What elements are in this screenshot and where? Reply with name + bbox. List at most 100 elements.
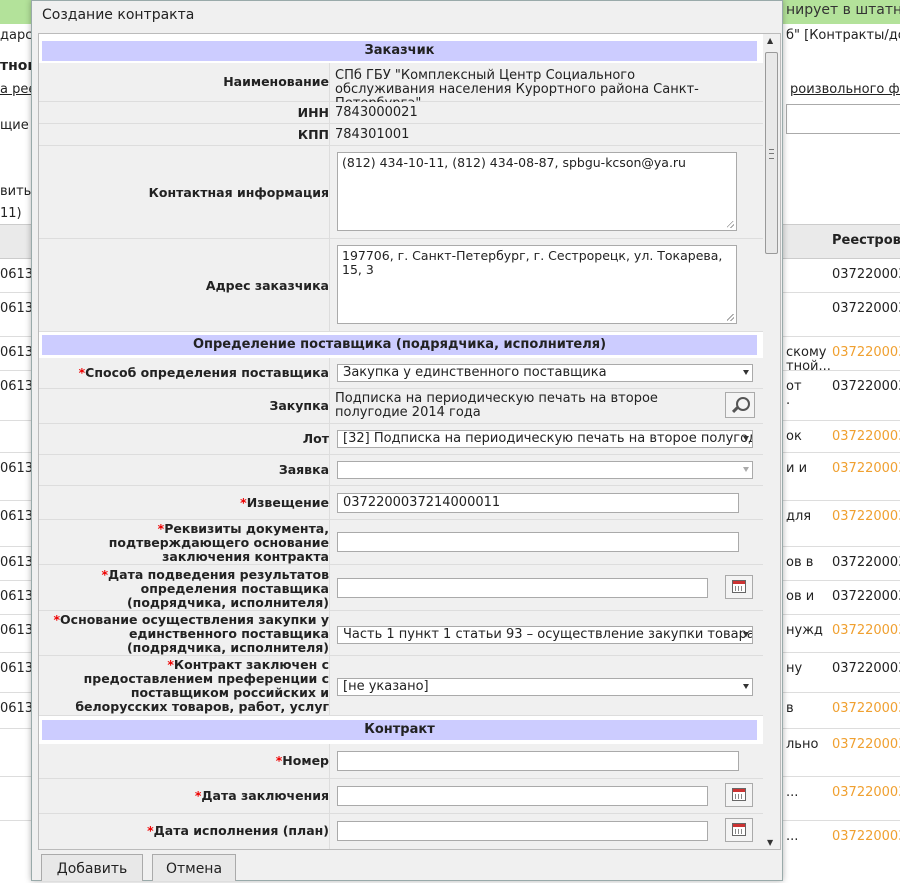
- row-conclusion-date: *Дата заключения: [39, 779, 764, 814]
- contact-textarea[interactable]: (812) 434-10-11, (812) 434-08-87, spbgu-…: [337, 152, 737, 231]
- background-row-text: от .: [786, 379, 802, 408]
- background-row-registry: 037220003: [832, 429, 900, 444]
- background-row-registry: 037220003: [832, 345, 900, 360]
- method-select-value: Закупка у единственного поставщика: [343, 365, 607, 380]
- application-select[interactable]: [337, 461, 753, 479]
- application-label: Заявка: [278, 462, 329, 477]
- row-application: Заявка: [39, 455, 764, 486]
- background-row-id: 0613: [0, 555, 34, 570]
- address-label: Адрес заказчика: [205, 278, 329, 293]
- create-contract-dialog: Создание контракта Заказчик Наименование…: [31, 0, 783, 881]
- resize-grip-icon[interactable]: [727, 221, 734, 228]
- background-row-registry: 037220003: [832, 461, 900, 476]
- scroll-up-icon[interactable]: ▲: [767, 36, 773, 45]
- background-row-text: и и: [786, 461, 808, 476]
- background-row-text: ок: [786, 429, 802, 444]
- background-fragment: щие: [0, 118, 29, 133]
- basis-select-value: Часть 1 пункт 1 статьи 93 – осуществлени…: [343, 627, 752, 642]
- lot-label: Лот: [302, 431, 329, 446]
- section-contract: Контракт: [42, 720, 757, 740]
- calendar-icon: [732, 823, 746, 836]
- background-row-id: 0613: [0, 701, 34, 716]
- inn-label: ИНН: [297, 105, 329, 120]
- chevron-down-icon: [743, 467, 749, 472]
- background-row-id: 0613: [0, 589, 34, 604]
- result-date-calendar-button[interactable]: [725, 575, 753, 599]
- method-label: Способ определения поставщика: [85, 365, 329, 380]
- row-result-date: *Дата подведения результатов определения…: [39, 565, 764, 611]
- number-input[interactable]: [337, 751, 739, 771]
- background-heading: тног: [0, 58, 35, 74]
- lot-select[interactable]: [32] Подписка на периодическую печать на…: [337, 430, 753, 448]
- background-row-text: льно: [786, 737, 819, 752]
- background-row-registry: 037220003: [832, 661, 900, 676]
- chevron-down-icon: [743, 436, 749, 441]
- background-row-id: 0613: [0, 267, 34, 282]
- section-customer: Заказчик: [42, 41, 757, 61]
- inn-value: 7843000021: [335, 105, 418, 120]
- customer-name-label: Наименование: [223, 74, 329, 89]
- preference-select[interactable]: [не указано]: [337, 678, 753, 696]
- lot-select-value: [32] Подписка на периодическую печать на…: [343, 431, 752, 446]
- background-input[interactable]: [786, 104, 900, 134]
- scrollbar-thumb[interactable]: [765, 52, 778, 254]
- conclusion-date-calendar-button[interactable]: [725, 783, 753, 807]
- address-textarea[interactable]: 197706, г. Санкт-Петербург, г. Сестрорец…: [337, 245, 737, 324]
- notice-input-value: 0372200037214000011: [343, 495, 501, 510]
- purchase-value: Подписка на периодическую печать на втор…: [335, 391, 658, 420]
- address-textarea-value: 197706, г. Санкт-Петербург, г. Сестрорец…: [342, 248, 723, 277]
- calendar-icon: [732, 580, 746, 593]
- background-fragment: вить: [0, 184, 32, 199]
- background-row-id: 0613: [0, 623, 34, 638]
- notice-input[interactable]: 0372200037214000011: [337, 493, 739, 513]
- row-address: Адрес заказчика 197706, г. Санкт-Петербу…: [39, 239, 764, 332]
- scroll-down-icon[interactable]: ▼: [767, 838, 773, 847]
- background-row-text: в: [786, 701, 794, 716]
- dialog-scrollbar[interactable]: ▲ ▼: [763, 33, 781, 850]
- notice-label: Извещение: [246, 495, 329, 510]
- row-kpp: КПП 784301001: [39, 124, 764, 146]
- background-row-text: нужд: [786, 623, 823, 638]
- conclusion-date-input[interactable]: [337, 786, 708, 806]
- background-row-registry: 037220003: [832, 829, 900, 844]
- background-row-id: 0613: [0, 661, 34, 676]
- resize-grip-icon[interactable]: [727, 314, 734, 321]
- chevron-down-icon: [743, 370, 749, 375]
- row-docs: *Реквизиты документа, подтверждающего ос…: [39, 520, 764, 565]
- background-row-id: 0613: [0, 461, 34, 476]
- row-lot: Лот [32] Подписка на периодическую печат…: [39, 424, 764, 455]
- row-customer-name: Наименование СПб ГБУ "Комплексный Центр …: [39, 63, 764, 111]
- background-row-registry: 037220003: [832, 509, 900, 524]
- background-status-text: нирует в штатно: [786, 2, 900, 18]
- background-row-text: ов в: [786, 555, 814, 570]
- result-date-label: Дата подведения результатов определения …: [108, 567, 329, 610]
- execution-date-calendar-button[interactable]: [725, 818, 753, 842]
- row-contact: Контактная информация (812) 434-10-11, (…: [39, 146, 764, 239]
- background-row-id: 0613: [0, 301, 34, 316]
- execution-date-input[interactable]: [337, 821, 708, 841]
- row-execution-date: *Дата исполнения (план): [39, 814, 764, 849]
- background-row-id: 0613: [0, 509, 34, 524]
- add-button[interactable]: Добавить: [41, 854, 143, 881]
- row-number: *Номер: [39, 744, 764, 779]
- kpp-value: 784301001: [335, 127, 410, 142]
- docs-input[interactable]: [337, 532, 739, 552]
- row-notice: *Извещение 0372200037214000011: [39, 486, 764, 520]
- background-row-text: ну: [786, 661, 803, 676]
- purchase-search-button[interactable]: [725, 392, 755, 418]
- method-select[interactable]: Закупка у единственного поставщика: [337, 364, 753, 382]
- conclusion-date-label: Дата заключения: [201, 788, 329, 803]
- kpp-label: КПП: [297, 127, 329, 142]
- basis-select[interactable]: Часть 1 пункт 1 статьи 93 – осуществлени…: [337, 626, 753, 644]
- background-row-registry: 037220003: [832, 379, 900, 394]
- preference-select-value: [не указано]: [343, 679, 429, 694]
- background-link-right[interactable]: роизвольного фо: [790, 82, 900, 97]
- background-row-registry: 037220003: [832, 701, 900, 716]
- cancel-button[interactable]: Отмена: [152, 854, 236, 881]
- section-supplier: Определение поставщика (подрядчика, испо…: [42, 335, 757, 355]
- background-row-registry: 037220003: [832, 267, 900, 282]
- docs-label: Реквизиты документа, подтверждающего осн…: [108, 521, 329, 564]
- background-row-text: ов и: [786, 589, 815, 604]
- result-date-input[interactable]: [337, 578, 708, 598]
- row-purchase: Закупка Подписка на периодическую печать…: [39, 389, 764, 424]
